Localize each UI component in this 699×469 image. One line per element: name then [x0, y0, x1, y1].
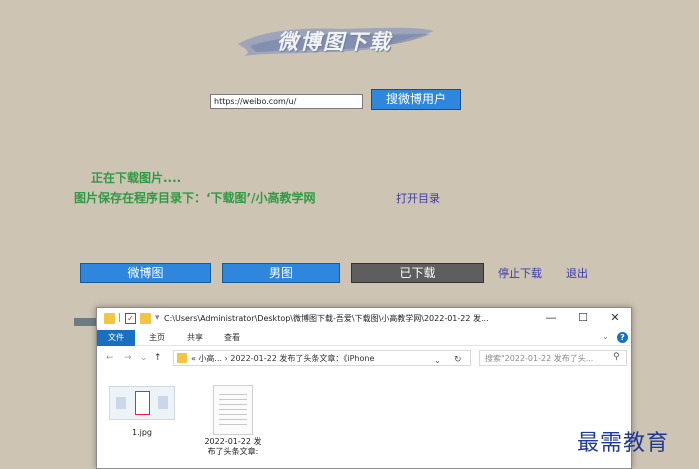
folder-icon [104, 313, 115, 324]
refresh-icon[interactable]: ↻ [454, 355, 462, 365]
weibo-url-input[interactable] [210, 94, 363, 109]
explorer-search-placeholder: 搜索"2022-01-22 发布了头... [485, 354, 594, 363]
search-icon[interactable]: ⚲ [613, 352, 620, 362]
address-dropdown-icon[interactable]: ⌄ [434, 356, 441, 365]
toolbar-divider: | [118, 313, 122, 323]
exit-link[interactable]: 退出 [566, 265, 588, 281]
file-name-line2: 布了头条文章: [207, 447, 259, 456]
address-path: « 小高... › 2022-01-22 发布了头条文章：《iPhone [191, 354, 375, 363]
watermark-text: 最需教育 [577, 431, 670, 456]
file-name: 1.jpg [131, 428, 152, 437]
explorer-title-path: C:\Users\Administrator\Desktop\微博图下载-吾爱\… [164, 314, 489, 323]
explorer-search-box[interactable]: 搜索"2022-01-22 发布了头... ⚲ [479, 350, 627, 366]
properties-icon[interactable]: ✓ [125, 313, 136, 324]
explorer-titlebar[interactable]: | ✓ ▾ C:\Users\Administrator\Desktop\微博图… [97, 308, 631, 330]
ribbon-tab-file[interactable]: 文件 [97, 330, 135, 346]
document-icon [213, 385, 253, 435]
ribbon-tab-view[interactable]: 查看 [224, 330, 240, 346]
file-explorer-window[interactable]: | ✓ ▾ C:\Users\Administrator\Desktop\微博图… [96, 307, 632, 469]
tab-weibo-images[interactable]: 微博图 [80, 263, 211, 283]
app-banner: 微博图下载 [232, 22, 437, 60]
open-directory-link[interactable]: 打开目录 [396, 190, 440, 206]
download-status-text: 正在下载图片.... [91, 171, 182, 185]
close-icon[interactable]: ✕ [607, 311, 623, 324]
save-location-text: 图片保存在程序目录下：‘下载图’/小高教学网 [74, 191, 316, 205]
address-row: ← → ⌄ ↑ « 小高... › 2022-01-22 发布了头条文章：《iP… [97, 346, 631, 370]
tab-male-images[interactable]: 男图 [222, 263, 340, 283]
customize-toolbar-icon[interactable]: ▾ [155, 313, 160, 323]
app-title: 微博图下载 [277, 30, 392, 54]
help-icon[interactable]: ? [617, 332, 628, 343]
image-thumbnail-icon [109, 386, 175, 420]
back-arrow-icon[interactable]: ← [106, 353, 114, 363]
search-user-button[interactable]: 搜微博用户 [371, 89, 461, 110]
recent-locations-icon[interactable]: ⌄ [140, 353, 148, 363]
maximize-icon[interactable]: ☐ [575, 311, 591, 324]
address-bar[interactable]: « 小高... › 2022-01-22 发布了头条文章：《iPhone [173, 350, 471, 366]
chevron-down-icon[interactable]: ⌄ [602, 332, 609, 341]
ribbon-tab-share[interactable]: 共享 [187, 330, 203, 346]
minimize-icon[interactable]: — [543, 311, 559, 324]
new-folder-icon[interactable] [140, 313, 151, 324]
forward-arrow-icon[interactable]: → [124, 353, 132, 363]
up-arrow-icon[interactable]: ↑ [154, 353, 162, 363]
folder-icon [177, 353, 187, 363]
explorer-ribbon: 文件 主页 共享 查看 ⌄ ? [97, 330, 631, 346]
file-list: 1.jpg 2022-01-22 发 布了头条文章: [97, 370, 631, 468]
tab-downloaded[interactable]: 已下载 [351, 263, 484, 283]
file-item[interactable]: 1.jpg [107, 386, 177, 438]
file-item[interactable]: 2022-01-22 发 布了头条文章: [198, 385, 268, 457]
ribbon-tab-home[interactable]: 主页 [149, 330, 165, 346]
stop-download-link[interactable]: 停止下载 [498, 265, 542, 281]
file-name-line1: 2022-01-22 发 [204, 437, 262, 446]
